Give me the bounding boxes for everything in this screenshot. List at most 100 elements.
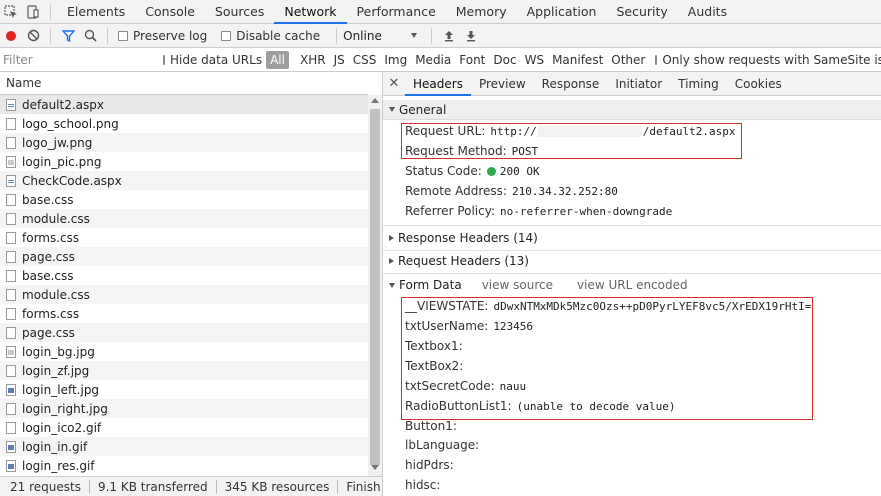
export-har-icon[interactable] (460, 24, 482, 48)
request-row[interactable]: module.css (0, 285, 368, 304)
close-icon[interactable]: ✕ (383, 72, 405, 96)
request-row[interactable]: login_zf.jpg (0, 361, 368, 380)
tab-security[interactable]: Security (606, 0, 677, 24)
request-row[interactable]: forms.css (0, 228, 368, 247)
request-headers-title: Request Headers (13) (398, 254, 529, 268)
file-icon (6, 288, 16, 301)
request-name: logo_school.png (22, 116, 119, 131)
request-row[interactable]: logo_school.png (0, 114, 368, 133)
tab-network[interactable]: Network (274, 0, 347, 24)
file-icon (6, 212, 16, 225)
type-filter-all[interactable]: All (266, 50, 289, 69)
tab-application[interactable]: Application (517, 0, 607, 24)
preserve-log-checkbox[interactable] (118, 30, 128, 41)
toolbar-separator (336, 27, 338, 44)
tab-audits[interactable]: Audits (678, 0, 737, 24)
type-filter-ws[interactable]: WS (521, 51, 548, 69)
request-row[interactable]: forms.css (0, 304, 368, 323)
tab-cookies[interactable]: Cookies (727, 72, 790, 96)
request-method-label: Request Method: (405, 144, 507, 158)
tab-initiator[interactable]: Initiator (607, 72, 670, 96)
type-filter-media[interactable]: Media (411, 51, 455, 69)
type-filter-manifest[interactable]: Manifest (548, 51, 607, 69)
request-row[interactable]: login_res.gif (0, 456, 368, 475)
doc-icon (6, 98, 16, 111)
request-row[interactable]: login_pic.png (0, 152, 368, 171)
request-name: login_left.jpg (22, 382, 100, 397)
request-row[interactable]: logo_jw.png (0, 133, 368, 152)
request-row[interactable]: default2.aspx (0, 95, 368, 114)
request-row[interactable]: login_bg.jpg (0, 342, 368, 361)
filter-icon[interactable] (57, 24, 79, 48)
tab-response[interactable]: Response (534, 72, 608, 96)
disable-cache-checkbox[interactable] (221, 30, 232, 41)
throttling-select[interactable]: Online (343, 28, 418, 43)
file-icon (6, 326, 16, 339)
request-row[interactable]: base.css (0, 266, 368, 285)
general-section-header[interactable]: General (383, 100, 881, 120)
form-data-section-header[interactable]: Form Data view source view URL encoded (383, 275, 881, 295)
detail-tab-bar: ✕ Headers Preview Response Initiator Tim… (383, 72, 881, 96)
request-row[interactable]: page.css (0, 247, 368, 266)
tab-headers[interactable]: Headers (405, 72, 471, 96)
form-field-key: lbLanguage: (405, 438, 480, 452)
response-headers-section-header[interactable]: Response Headers (14) (383, 228, 881, 248)
image-blue-icon (6, 459, 16, 472)
type-filter-font[interactable]: Font (455, 51, 489, 69)
request-detail-panel: ✕ Headers Preview Response Initiator Tim… (383, 72, 881, 496)
throttling-value: Online (343, 28, 382, 43)
request-method-value: POST (511, 144, 539, 158)
request-row[interactable]: login_left.jpg (0, 380, 368, 399)
finish-time: Finish: 591 ms (346, 479, 382, 494)
clear-icon[interactable] (22, 24, 44, 48)
request-row[interactable]: page.css (0, 323, 368, 342)
request-name: default2.aspx (22, 97, 104, 112)
scrollbar-thumb[interactable] (370, 109, 380, 465)
preserve-log-label: Preserve log (133, 28, 208, 43)
tab-separator (50, 3, 51, 20)
tab-sources[interactable]: Sources (205, 0, 274, 24)
hide-data-urls-checkbox[interactable] (163, 54, 165, 65)
type-filter-js[interactable]: JS (330, 51, 349, 69)
request-headers-section-header[interactable]: Request Headers (13) (383, 251, 881, 271)
request-url-label: Request URL: (405, 124, 486, 138)
view-source-link[interactable]: view source (482, 278, 553, 292)
request-row[interactable]: CheckCode.aspx (0, 171, 368, 190)
tab-preview[interactable]: Preview (471, 72, 534, 96)
request-row[interactable]: base.css (0, 190, 368, 209)
request-name: module.css (22, 211, 90, 226)
device-toolbar-icon[interactable] (22, 0, 44, 24)
disable-cache-label: Disable cache (236, 28, 321, 43)
filter-input[interactable] (3, 50, 153, 69)
search-icon[interactable] (79, 24, 101, 48)
tab-memory[interactable]: Memory (446, 0, 517, 24)
section-divider (383, 273, 881, 274)
import-har-icon[interactable] (438, 24, 460, 48)
type-filter-xhr[interactable]: XHR (296, 51, 330, 69)
request-row[interactable]: login_ico2.gif (0, 418, 368, 437)
tab-elements[interactable]: Elements (57, 0, 135, 24)
record-icon[interactable] (0, 24, 22, 48)
type-filter-doc[interactable]: Doc (489, 51, 520, 69)
form-field-row: txtUserName: 123456 (405, 316, 533, 336)
tab-timing[interactable]: Timing (670, 72, 727, 96)
scroll-down-arrow-icon[interactable] (371, 465, 379, 470)
request-row[interactable]: module.css (0, 209, 368, 228)
request-row[interactable]: login_right.jpg (0, 399, 368, 418)
tab-performance[interactable]: Performance (347, 0, 446, 24)
name-column-header[interactable]: Name (0, 72, 368, 95)
type-filter-other[interactable]: Other (607, 51, 649, 69)
request-row[interactable]: login_in.gif (0, 437, 368, 456)
view-url-encoded-link[interactable]: view URL encoded (577, 278, 688, 292)
type-filter-img[interactable]: Img (380, 51, 411, 69)
file-icon (6, 231, 16, 244)
inspect-element-icon[interactable] (0, 0, 22, 24)
samesite-checkbox[interactable] (655, 54, 658, 65)
request-list-scrollbar[interactable] (368, 95, 382, 476)
tab-console[interactable]: Console (135, 0, 205, 24)
form-field-key: hidPdrs: (405, 458, 454, 472)
scroll-up-arrow-icon[interactable] (371, 98, 379, 103)
type-filter-css[interactable]: CSS (349, 51, 381, 69)
form-field-row: RadioButtonList1: (unable to decode valu… (405, 396, 676, 416)
request-list-panel: Name default2.aspx logo_school.png logo_… (0, 72, 383, 496)
